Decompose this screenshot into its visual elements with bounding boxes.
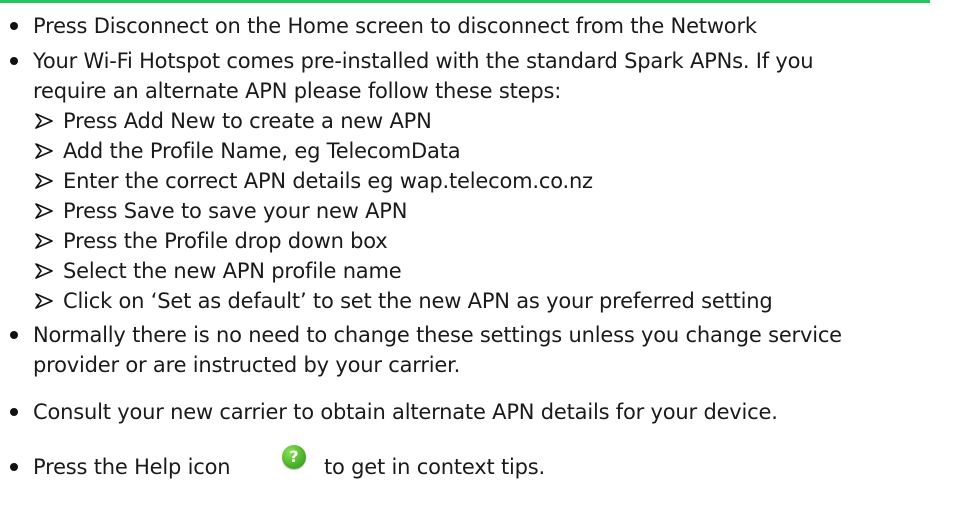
bullet-text: Consult your new carrier to obtain alter… [33, 400, 778, 424]
bullet-text: Press Disconnect on the Home screen to d… [33, 14, 757, 38]
bullet-marker [10, 57, 18, 65]
bullet-marker [10, 22, 18, 30]
step-text: Press Add New to create a new APN [63, 109, 432, 133]
step-text: Press Save to save your new APN [63, 199, 408, 223]
step-text: Select the new APN profile name [63, 259, 402, 283]
top-divider [0, 0, 930, 3]
arrow-bullet-icon [35, 203, 53, 219]
arrow-bullet-icon [35, 113, 53, 129]
bullet-marker [10, 331, 18, 339]
step-text: Click on ‘Set as default’ to set the new… [63, 289, 773, 313]
bullet-text: provider or are instructed by your carri… [33, 353, 461, 377]
arrow-bullet-icon [35, 233, 53, 249]
arrow-bullet-icon [35, 143, 53, 159]
bullet-text: to get in context tips. [324, 455, 545, 479]
bullet-marker [10, 408, 18, 416]
help-icon: ? [282, 445, 306, 469]
bullet-marker [10, 463, 18, 471]
arrow-bullet-icon [35, 173, 53, 189]
bullet-text: Normally there is no need to change thes… [33, 323, 842, 347]
bullet-text: require an alternate APN please follow t… [33, 79, 562, 103]
step-text: Press the Profile drop down box [63, 229, 388, 253]
arrow-bullet-icon [35, 293, 53, 309]
bullet-text: Press the Help icon [33, 455, 231, 479]
arrow-bullet-icon [35, 263, 53, 279]
bullet-text: Your Wi-Fi Hotspot comes pre-installed w… [33, 49, 814, 73]
step-text: Enter the correct APN details eg wap.tel… [63, 169, 593, 193]
step-text: Add the Profile Name, eg TelecomData [63, 139, 461, 163]
